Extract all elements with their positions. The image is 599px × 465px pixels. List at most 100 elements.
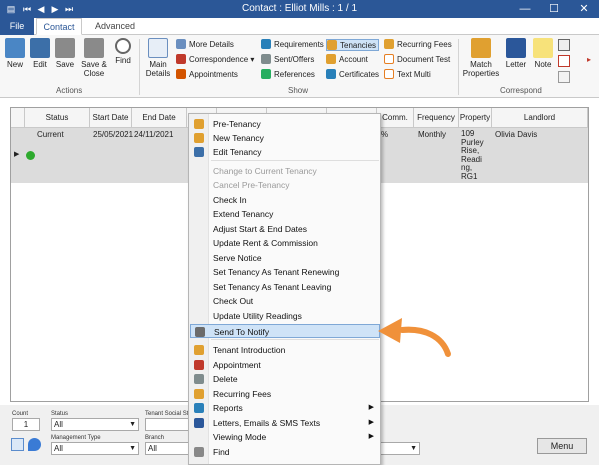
save-close-button[interactable]: Save & Close bbox=[79, 38, 109, 78]
grid-view-icon[interactable] bbox=[11, 438, 24, 451]
menu-item-letters-emails-sms-texts[interactable]: Letters, Emails & SMS Texts ▶ bbox=[190, 416, 380, 430]
letter-button[interactable]: Letter bbox=[504, 38, 528, 69]
floppy-close-icon bbox=[84, 38, 104, 58]
branch-label: Branch bbox=[145, 435, 165, 441]
find-button[interactable]: Find bbox=[112, 38, 134, 65]
menu-separator bbox=[211, 160, 379, 161]
count-label: Count bbox=[12, 411, 29, 417]
branch-select[interactable]: All Sites/Bran bbox=[145, 442, 189, 455]
status-filter-select[interactable]: All ▼ bbox=[51, 418, 139, 431]
menu-item-label: Check In bbox=[213, 195, 247, 205]
submenu-arrow-icon: ▶ bbox=[368, 404, 374, 411]
menu-item-delete[interactable]: Delete bbox=[190, 372, 380, 386]
close-icon[interactable]: ✕ bbox=[570, 1, 598, 17]
note-button[interactable]: Note bbox=[532, 38, 554, 69]
menu-item-send-to-notify[interactable]: Send To Notify bbox=[190, 324, 380, 338]
menu-item-set-tenancy-as-tenant-renewing[interactable]: Set Tenancy As Tenant Renewing bbox=[190, 265, 380, 279]
more-details-button[interactable]: More Details bbox=[176, 39, 234, 51]
menu-item-label: Edit Tenancy bbox=[213, 147, 262, 157]
checklist-icon[interactable] bbox=[558, 55, 570, 67]
menu-item-update-utility-readings[interactable]: Update Utility Readings bbox=[190, 309, 380, 323]
menu-item-edit-tenancy[interactable]: Edit Tenancy bbox=[190, 145, 380, 159]
menu-item-new-tenancy[interactable]: New Tenancy bbox=[190, 131, 380, 145]
map-pin-icon[interactable] bbox=[28, 438, 41, 451]
trash-icon bbox=[194, 374, 204, 384]
certificate-icon bbox=[326, 69, 336, 79]
magnifier-icon bbox=[194, 447, 204, 457]
phone-icon[interactable] bbox=[558, 39, 570, 51]
save-button[interactable]: Save bbox=[54, 38, 76, 69]
menu-separator bbox=[211, 339, 379, 340]
status-filter-label: Status bbox=[51, 411, 69, 417]
menu-item-extend-tenancy[interactable]: Extend Tenancy bbox=[190, 207, 380, 221]
recurring-fees-button[interactable]: Recurring Fees bbox=[384, 39, 452, 51]
menu-item-reports[interactable]: Reports ▶ bbox=[190, 401, 380, 415]
column-header-landlord[interactable]: Landlord bbox=[492, 108, 588, 128]
context-menu: Pre-Tenancy New Tenancy Edit Tenancy Change… bbox=[188, 113, 381, 465]
references-button[interactable]: References bbox=[261, 69, 315, 81]
menu-item-label: Serve Notice bbox=[213, 253, 262, 263]
menu-item-label: Reports bbox=[213, 403, 243, 413]
column-header-start-date[interactable]: Start Date bbox=[90, 108, 132, 128]
menu-item-viewing-mode[interactable]: Viewing Mode ▶ bbox=[190, 430, 380, 444]
menu-item-label: Cancel Pre-Tenancy bbox=[213, 180, 290, 190]
maximize-icon[interactable]: ☐ bbox=[540, 1, 568, 17]
column-header-end-date[interactable]: End Date bbox=[132, 108, 187, 128]
menu-item-check-out[interactable]: Check Out bbox=[190, 294, 380, 308]
correspondence-button[interactable]: Correspondence ▾ bbox=[176, 54, 254, 66]
menu-item-change-to-current-tenancy: Change to Current Tenancy bbox=[190, 164, 380, 178]
column-header-frequency[interactable]: Frequency bbox=[414, 108, 459, 128]
submenu-arrow-icon: ▶ bbox=[368, 419, 374, 426]
sent-offers-button[interactable]: Sent/Offers bbox=[261, 54, 314, 66]
minimize-icon[interactable]: — bbox=[511, 1, 539, 17]
menu-item-label: Find bbox=[213, 447, 230, 457]
tab-contact[interactable]: Contact bbox=[36, 18, 82, 35]
cell-end-date: 24/11/2021 bbox=[134, 130, 174, 139]
chevron-down-icon: ▼ bbox=[129, 421, 136, 428]
magnifier-icon bbox=[115, 38, 131, 54]
menu-item-label: Change to Current Tenancy bbox=[213, 166, 317, 176]
management-type-select[interactable]: All ▼ bbox=[51, 442, 139, 455]
certificates-button[interactable]: Certificates bbox=[326, 69, 379, 81]
title-bar: ▤ ⏮ ◀ ▶ ⏭ Contact : Elliot Mills : 1 / 1… bbox=[0, 0, 599, 18]
menu-item-serve-notice[interactable]: Serve Notice bbox=[190, 251, 380, 265]
menu-button[interactable]: Menu bbox=[537, 438, 587, 454]
menu-item-recurring-fees[interactable]: Recurring Fees bbox=[190, 387, 380, 401]
tenancies-button[interactable]: Tenancies bbox=[326, 39, 380, 51]
new-button[interactable]: New bbox=[4, 38, 26, 69]
tab-advanced[interactable]: Advanced bbox=[90, 18, 140, 35]
menu-item-label: Send To Notify bbox=[214, 327, 270, 337]
menu-item-tenant-introduction[interactable]: Tenant Introduction bbox=[190, 343, 380, 357]
tenant-social-status-select[interactable] bbox=[145, 418, 189, 431]
appointments-button[interactable]: Appointments bbox=[176, 69, 238, 81]
edit-button[interactable]: Edit bbox=[29, 38, 51, 69]
account-button[interactable]: Account bbox=[326, 54, 368, 66]
requirements-button[interactable]: Requirements bbox=[261, 39, 324, 51]
extra-filter-select[interactable]: ▼ bbox=[380, 442, 420, 455]
menu-item-adjust-start-end-dates[interactable]: Adjust Start & End Dates bbox=[190, 222, 380, 236]
text-multi-checkbox[interactable]: Text Multi bbox=[384, 69, 431, 81]
cell-start-date: 25/05/2021 bbox=[93, 130, 134, 139]
new-contact-icon bbox=[5, 38, 25, 58]
menu-item-check-in[interactable]: Check In bbox=[190, 193, 380, 207]
word-icon bbox=[506, 38, 526, 58]
menu-item-pre-tenancy[interactable]: Pre-Tenancy bbox=[190, 117, 380, 131]
menu-item-update-rent-commission[interactable]: Update Rent & Commission bbox=[190, 236, 380, 250]
main-details-button[interactable]: Main Details bbox=[143, 38, 173, 78]
tab-file[interactable]: File bbox=[0, 18, 34, 35]
ribbon-scroll-right-icon[interactable]: ▸ bbox=[584, 55, 594, 64]
checkbox-icon bbox=[384, 69, 394, 79]
menu-item-find[interactable]: Find bbox=[190, 445, 380, 459]
match-properties-button[interactable]: Match Properties bbox=[462, 38, 500, 78]
menu-item-set-tenancy-as-tenant-leaving[interactable]: Set Tenancy As Tenant Leaving bbox=[190, 280, 380, 294]
menu-item-appointment[interactable]: Appointment bbox=[190, 358, 380, 372]
column-header-property[interactable]: Property bbox=[459, 108, 492, 128]
chevron-down-icon: ▼ bbox=[129, 445, 136, 452]
column-header-status[interactable]: Status bbox=[25, 108, 90, 128]
document-test-checkbox[interactable]: Document Test bbox=[384, 54, 450, 66]
row-pointer-icon: ▶ bbox=[14, 151, 20, 158]
document-icon[interactable] bbox=[558, 71, 570, 83]
pencil-icon bbox=[194, 147, 204, 157]
column-header-comm[interactable]: Comm. bbox=[377, 108, 414, 128]
people-icon bbox=[194, 119, 204, 129]
